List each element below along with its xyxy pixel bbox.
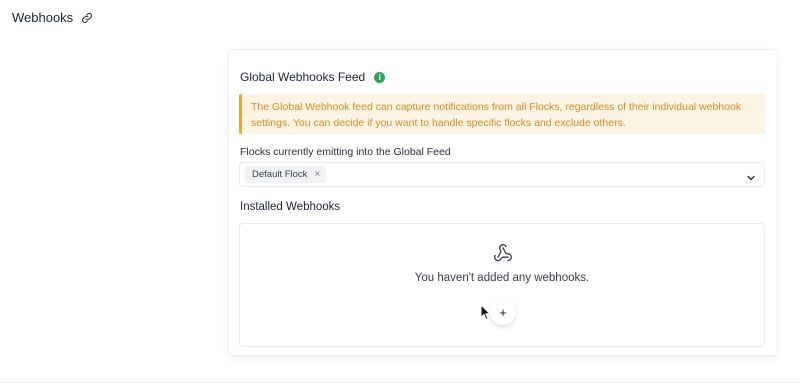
page-divider bbox=[0, 382, 800, 383]
empty-state-text: You haven't added any webhooks. bbox=[414, 272, 590, 284]
chevron-down-icon[interactable] bbox=[746, 170, 756, 181]
page-header: Webhooks bbox=[12, 10, 93, 25]
flock-chip: Default Flock × bbox=[245, 166, 327, 183]
add-webhook-button[interactable]: + bbox=[490, 299, 516, 325]
page-title: Webhooks bbox=[12, 10, 74, 25]
flock-chip-label: Default Flock bbox=[252, 169, 308, 180]
installed-webhooks-empty-state: You haven't added any webhooks. + bbox=[239, 223, 765, 347]
installed-webhooks-title: Installed Webhooks bbox=[240, 201, 341, 213]
info-icon[interactable]: i bbox=[374, 71, 386, 83]
link-icon[interactable] bbox=[81, 12, 93, 24]
feed-title: Global Webhooks Feed bbox=[240, 70, 366, 84]
emitting-flocks-label: Flocks currently emitting into the Globa… bbox=[240, 146, 451, 158]
chip-remove-icon[interactable]: × bbox=[314, 169, 320, 180]
mouse-cursor-icon bbox=[480, 303, 492, 321]
flocks-multiselect[interactable]: Default Flock × bbox=[239, 162, 765, 187]
global-feed-notice: The Global Webhook feed can capture noti… bbox=[239, 94, 765, 134]
webhook-icon bbox=[493, 243, 513, 263]
feed-title-row: Global Webhooks Feed i bbox=[240, 70, 386, 84]
global-webhooks-card: Global Webhooks Feed i The Global Webhoo… bbox=[228, 49, 776, 356]
